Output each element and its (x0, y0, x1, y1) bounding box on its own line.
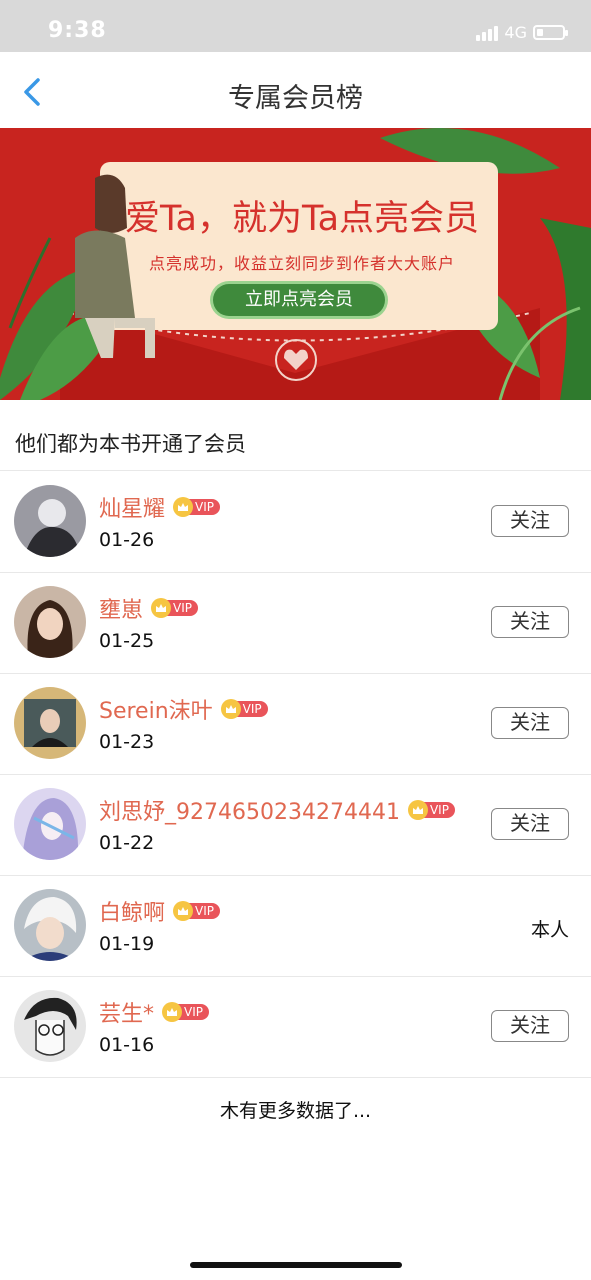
member-name[interactable]: 灿星耀 VIP (99, 491, 220, 523)
avatar[interactable] (14, 889, 86, 961)
member-date: 01-19 (99, 933, 155, 955)
crown-icon (407, 800, 428, 820)
vip-badge: VIP (173, 497, 220, 517)
member-date: 01-16 (99, 1034, 155, 1056)
follow-button[interactable]: 关注 (491, 707, 569, 739)
vip-badge: VIP (162, 1002, 209, 1022)
member-name-text: 芸生* (99, 1002, 155, 1027)
member-row[interactable]: 灿星耀 VIP 01-26 关注 (0, 471, 591, 573)
member-name[interactable]: 刘思妤_9274650234274441 VIP (99, 794, 455, 826)
status-indicators: 4G (476, 23, 568, 42)
no-more-data-text: 木有更多数据了... (219, 1100, 372, 1122)
member-name[interactable]: Serein沫叶 VIP (99, 693, 268, 725)
nav-bar: 专属会员榜 (0, 52, 591, 129)
banner-subtitle: 点亮成功，收益立刻同步到作者大大账户 (148, 254, 455, 273)
home-indicator[interactable] (190, 1262, 402, 1268)
avatar[interactable] (14, 485, 86, 557)
follow-button[interactable]: 关注 (491, 808, 569, 840)
member-row[interactable]: 白鲸啊 VIP 01-19 本人 (0, 875, 591, 977)
page-title: 专属会员榜 (228, 83, 363, 114)
crown-icon (173, 901, 194, 921)
promo-banner[interactable]: 爱Ta，就为Ta点亮会员 点亮成功，收益立刻同步到作者大大账户 立即点亮会员 (0, 128, 591, 400)
member-row[interactable]: 壅崽 VIP 01-25 关注 (0, 572, 591, 674)
member-name-text: 壅崽 (99, 598, 144, 623)
battery-icon (533, 25, 568, 40)
crown-icon (173, 497, 194, 517)
avatar[interactable] (14, 586, 86, 658)
member-date: 01-25 (99, 630, 155, 652)
member-name-text: 白鲸啊 (99, 901, 166, 926)
member-name-text: 刘思妤_9274650234274441 (99, 800, 400, 825)
member-name[interactable]: 芸生* VIP (99, 996, 209, 1028)
avatar[interactable] (14, 990, 86, 1062)
network-label: 4G (504, 23, 527, 42)
status-bar: 9:38 4G (0, 0, 591, 52)
member-name[interactable]: 壅崽 VIP (99, 592, 198, 624)
member-row[interactable]: 刘思妤_9274650234274441 VIP 01-22 关注 (0, 774, 591, 876)
light-up-membership-button[interactable]: 立即点亮会员 (213, 284, 385, 316)
vip-badge: VIP (220, 699, 268, 719)
member-name[interactable]: 白鲸啊 VIP (99, 895, 220, 927)
signal-icon (476, 25, 499, 41)
member-date: 01-26 (99, 529, 155, 551)
follow-button[interactable]: 关注 (491, 606, 569, 638)
member-name-text: Serein沫叶 (99, 699, 213, 724)
follow-button[interactable]: 关注 (491, 505, 569, 537)
crown-icon (151, 598, 172, 618)
status-time: 9:38 (48, 18, 107, 43)
section-title: 他们都为本书开通了会员 (15, 432, 246, 456)
member-date: 01-22 (99, 832, 155, 854)
member-name-text: 灿星耀 (99, 497, 166, 522)
member-row[interactable]: 芸生* VIP 01-16 关注 (0, 976, 591, 1078)
banner-title: 爱Ta，就为Ta点亮会员 (124, 199, 480, 239)
avatar[interactable] (14, 687, 86, 759)
member-row[interactable]: Serein沫叶 VIP 01-23 关注 (0, 673, 591, 775)
vip-badge: VIP (173, 901, 220, 921)
follow-button[interactable]: 关注 (491, 1010, 569, 1042)
crown-icon (220, 699, 241, 719)
crown-icon (162, 1002, 183, 1022)
avatar[interactable] (14, 788, 86, 860)
self-label: 本人 (530, 919, 569, 941)
member-date: 01-23 (99, 731, 155, 753)
vip-badge: VIP (151, 598, 198, 618)
vip-badge: VIP (407, 800, 455, 820)
